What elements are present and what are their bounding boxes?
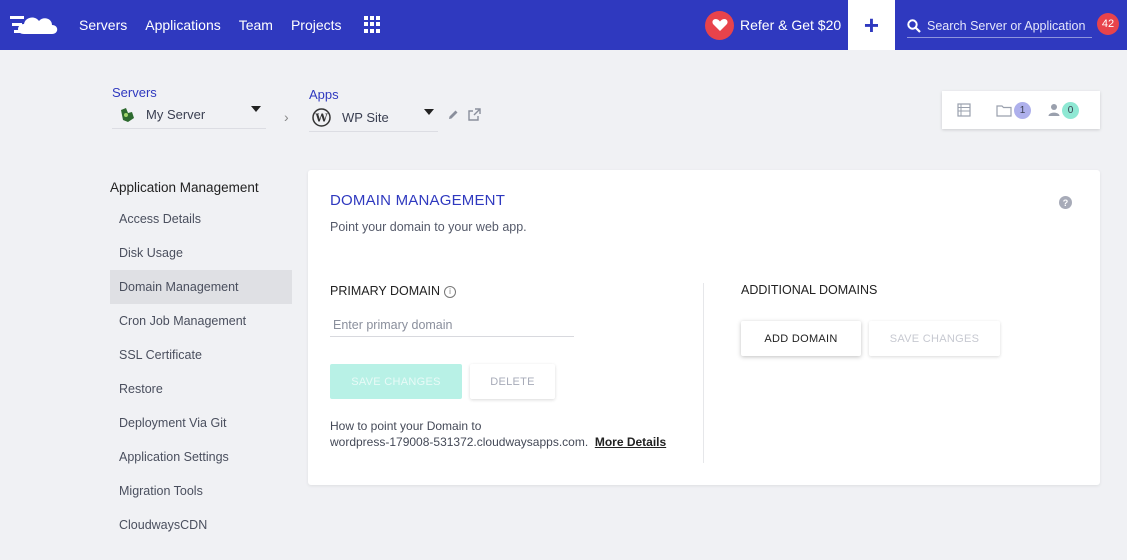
sidebar-item-cloudwayscdn[interactable]: CloudwaysCDN (110, 508, 292, 542)
info-icon[interactable]: i (443, 286, 456, 298)
sidebar-item-cron-job-management[interactable]: Cron Job Management (110, 304, 292, 338)
sidebar-item-domain-management[interactable]: Domain Management (110, 270, 292, 304)
save-additional-domains-button[interactable]: SAVE CHANGES (869, 321, 1000, 356)
primary-domain-input[interactable] (330, 313, 574, 337)
search-bar (907, 14, 1092, 38)
nav-team[interactable]: Team (239, 17, 273, 33)
add-domain-button[interactable]: ADD DOMAIN (741, 321, 861, 356)
server-icon (121, 107, 134, 122)
notification-badge[interactable]: 42 (1097, 13, 1119, 35)
svg-text:W: W (314, 112, 328, 125)
app-value: WP Site (342, 110, 389, 125)
apps-label: Apps (309, 87, 339, 102)
app-select[interactable]: W WP Site (309, 104, 438, 132)
sidebar-item-migration-tools[interactable]: Migration Tools (110, 474, 292, 508)
folder-count-badge: 1 (1014, 101, 1031, 119)
primary-domain-heading: PRIMARY DOMAIN i (330, 284, 456, 298)
team-button[interactable]: 0 (1048, 101, 1079, 119)
more-details-link[interactable]: More Details (595, 435, 666, 449)
folder-icon (996, 104, 1012, 117)
primary-domain-label: PRIMARY DOMAIN (330, 284, 440, 298)
howto-line: How to point your Domain to (330, 419, 482, 433)
card-subtitle: Point your domain to your web app. (330, 220, 527, 234)
sidebar-menu: Access Details Disk Usage Domain Managem… (110, 202, 292, 542)
wordpress-icon: W (312, 108, 331, 127)
user-icon (1048, 104, 1060, 116)
nav-applications[interactable]: Applications (145, 17, 221, 33)
domain-management-card: DOMAIN MANAGEMENT Point your domain to y… (308, 170, 1100, 485)
sidebar-item-deployment-via-git[interactable]: Deployment Via Git (110, 406, 292, 440)
sidebar-item-ssl-certificate[interactable]: SSL Certificate (110, 338, 292, 372)
external-link-icon[interactable] (468, 108, 481, 121)
server-value: My Server (146, 107, 206, 122)
additional-domains-label: ADDITIONAL DOMAINS (741, 283, 878, 297)
server-list-button[interactable] (957, 103, 971, 117)
sidebar-item-restore[interactable]: Restore (110, 372, 292, 406)
nav-servers[interactable]: Servers (79, 17, 127, 33)
projects-button[interactable]: 1 (996, 101, 1031, 119)
column-divider (703, 283, 704, 463)
chevron-right-icon: › (284, 109, 289, 125)
apps-grid-icon[interactable] (364, 16, 381, 33)
domain-help-text: How to point your Domain to wordpress-17… (330, 418, 666, 450)
sidebar-item-access-details[interactable]: Access Details (110, 202, 292, 236)
users-count-badge: 0 (1062, 101, 1079, 119)
server-select[interactable]: My Server (112, 101, 266, 129)
save-changes-button[interactable]: SAVE CHANGES (330, 364, 462, 399)
search-icon (907, 18, 921, 33)
card-title: DOMAIN MANAGEMENT (330, 192, 506, 209)
app-domain-text: wordpress-179008-531372.cloudwaysapps.co… (330, 435, 589, 449)
list-icon (957, 103, 971, 117)
main-nav: Servers Applications Team Projects (79, 0, 360, 50)
refer-label: Refer & Get $20 (740, 17, 842, 33)
top-navbar: Servers Applications Team Projects Refer… (0, 0, 1127, 50)
delete-button[interactable]: DELETE (470, 364, 555, 399)
chevron-down-icon (251, 106, 261, 112)
add-new-button[interactable]: + (848, 0, 895, 50)
search-input[interactable] (927, 18, 1087, 33)
sidebar-item-application-settings[interactable]: Application Settings (110, 440, 292, 474)
nav-projects[interactable]: Projects (291, 17, 342, 33)
refer-button[interactable]: Refer & Get $20 (705, 10, 841, 40)
help-icon[interactable]: ? (1059, 196, 1072, 209)
sidebar-item-disk-usage[interactable]: Disk Usage (110, 236, 292, 270)
chevron-down-icon (424, 109, 434, 115)
heart-icon (705, 10, 734, 40)
servers-label: Servers (112, 85, 157, 100)
plus-icon: + (863, 10, 880, 40)
edit-icon[interactable] (447, 109, 459, 121)
quick-access-panel: 1 0 (942, 91, 1100, 129)
cloudways-logo-icon[interactable] (10, 12, 64, 38)
sidebar-title: Application Management (110, 180, 259, 195)
